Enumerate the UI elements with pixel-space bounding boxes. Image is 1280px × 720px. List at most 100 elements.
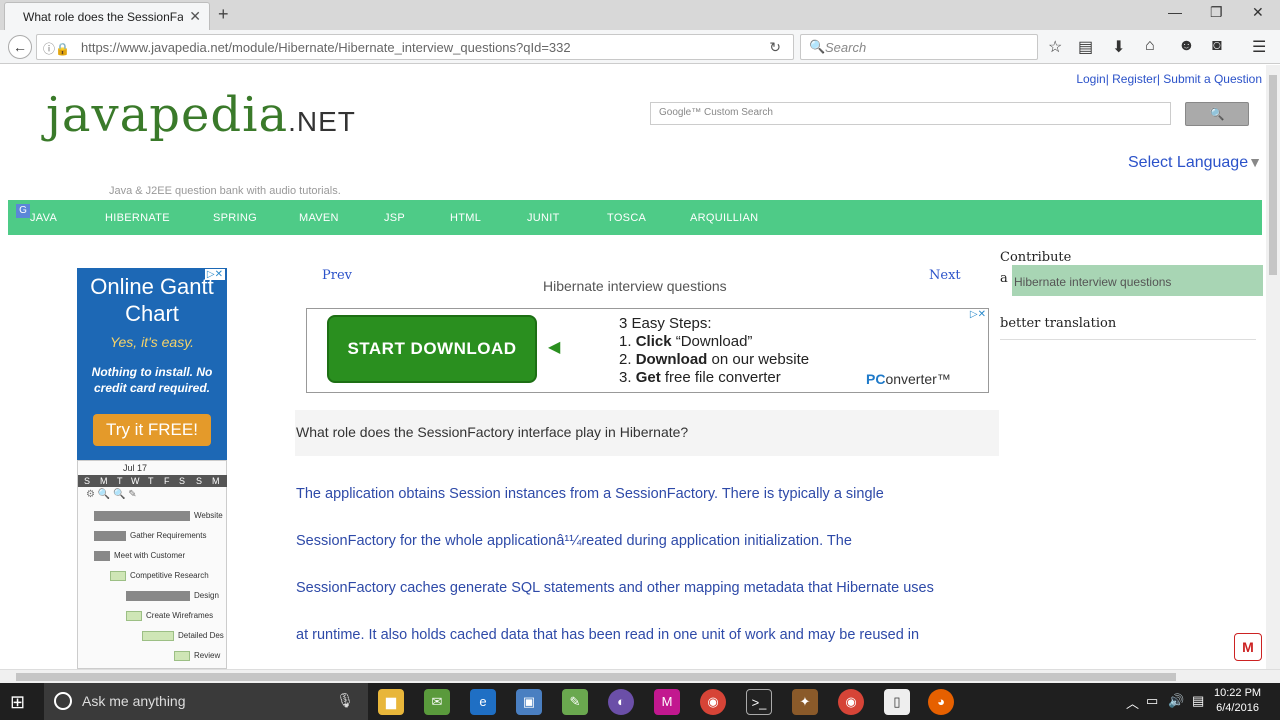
cortana-placeholder: Ask me anything bbox=[82, 693, 186, 709]
microphone-icon[interactable]: 🎙 bbox=[336, 692, 354, 709]
internet-explorer-icon[interactable]: e bbox=[470, 689, 496, 715]
gantt-chart-ad[interactable]: Online Gantt Chart Yes, it's easy. Nothi… bbox=[77, 268, 227, 669]
gantt-day: S bbox=[196, 476, 203, 486]
site-info-icon[interactable]: ⓘ🔒 bbox=[43, 40, 70, 57]
answer-line: SessionFactory caches generate SQL state… bbox=[296, 580, 934, 596]
gantt-task-label: Meet with Customer bbox=[114, 551, 186, 560]
gantt-bar bbox=[126, 591, 190, 601]
clock-time: 10:22 PM bbox=[1214, 687, 1262, 699]
ad-choices-icon[interactable]: ▷✕ bbox=[204, 269, 225, 280]
reading-list-icon[interactable]: ▤ bbox=[1078, 37, 1093, 57]
select-language-label: Select Language bbox=[1128, 154, 1249, 171]
url-text[interactable]: https://www.javapedia.net/module/Hiberna… bbox=[81, 40, 571, 55]
vertical-scrollbar[interactable] bbox=[1266, 65, 1280, 669]
menu-item-maven[interactable]: MAVEN bbox=[299, 212, 339, 224]
scroll-thumb[interactable] bbox=[1269, 75, 1277, 275]
system-clock[interactable]: 10:22 PM 6/4/2016 bbox=[1214, 686, 1261, 716]
volume-icon[interactable]: 🔊 bbox=[1168, 693, 1184, 709]
windows-start-icon[interactable]: ⊞ bbox=[10, 692, 25, 713]
menu-item-java[interactable]: JAVA bbox=[30, 212, 57, 224]
network-icon[interactable]: ▭ bbox=[1146, 693, 1158, 709]
bookmark-star-icon[interactable]: ☆ bbox=[1048, 37, 1062, 57]
tab-bar: What role does the SessionFac… ✕ + — ❐ ✕ bbox=[0, 0, 1280, 30]
download-icon[interactable]: ⬇ bbox=[1112, 37, 1125, 57]
reload-icon[interactable]: ↻ bbox=[769, 39, 781, 56]
notification-icon[interactable]: ▤ bbox=[1192, 693, 1204, 709]
menu-item-tosca[interactable]: TOSCA bbox=[607, 212, 646, 224]
gantt-bar bbox=[94, 551, 110, 561]
pocket-icon[interactable]: ◙ bbox=[1212, 37, 1222, 55]
firefox-icon[interactable]: ◕ bbox=[928, 689, 954, 715]
game-icon[interactable]: ✦ bbox=[792, 689, 818, 715]
menu-item-spring[interactable]: SPRING bbox=[213, 212, 257, 224]
chrome-icon[interactable]: ◉ bbox=[700, 689, 726, 715]
cortana-search-box[interactable]: Ask me anything 🎙 bbox=[44, 683, 368, 720]
gantt-task-label: Design bbox=[194, 591, 219, 600]
close-window-icon[interactable]: ✕ bbox=[1252, 4, 1264, 21]
gantt-day: W bbox=[131, 476, 140, 486]
search-button[interactable]: 🔍 bbox=[1185, 102, 1249, 126]
ad-heading: Online Gantt Chart bbox=[90, 274, 214, 326]
new-tab-icon[interactable]: + bbox=[218, 4, 229, 25]
next-link[interactable]: Next bbox=[929, 268, 961, 283]
select-language-dropdown[interactable]: Select Language▼ bbox=[1128, 154, 1262, 172]
step-3: 3. Get free file converter bbox=[619, 369, 781, 386]
home-icon[interactable]: ⌂ bbox=[1145, 37, 1155, 55]
notepad-icon[interactable]: ✎ bbox=[562, 689, 588, 715]
app-window-icon[interactable]: ▣ bbox=[516, 689, 542, 715]
maximize-icon[interactable]: ❐ bbox=[1210, 4, 1223, 21]
chevron-up-icon[interactable]: ︿ bbox=[1126, 693, 1139, 712]
gantt-day: M bbox=[212, 476, 220, 486]
triangle-left-icon: ◀ bbox=[548, 339, 561, 356]
translation-highlight[interactable]: Hibernate interview questions bbox=[1012, 265, 1263, 296]
hamburger-menu-icon[interactable]: ☰ bbox=[1252, 37, 1266, 57]
google-translate-icon[interactable]: G bbox=[16, 204, 30, 218]
logo-main: javapedia bbox=[46, 87, 289, 143]
mcafee-shield-icon[interactable]: M bbox=[1234, 633, 1262, 661]
answer-line: The application obtains Session instance… bbox=[296, 486, 884, 502]
question-box: What role does the SessionFactory interf… bbox=[295, 410, 999, 456]
menu-item-hibernate[interactable]: HIBERNATE bbox=[105, 212, 170, 224]
account-links[interactable]: Login| Register| Submit a Question bbox=[1076, 72, 1262, 86]
minimize-icon[interactable]: — bbox=[1168, 4, 1182, 20]
prev-link[interactable]: Prev bbox=[322, 268, 352, 283]
back-arrow-icon[interactable]: ← bbox=[8, 35, 32, 59]
gantt-tools-icons: ⚙ 🔍 🔍 ✎ bbox=[86, 489, 137, 500]
ad-choices-icon[interactable]: ▷✕ bbox=[970, 309, 986, 320]
better-translation-label: better translation bbox=[1000, 316, 1117, 331]
gantt-bar bbox=[94, 511, 190, 521]
close-tab-icon[interactable]: ✕ bbox=[189, 8, 201, 25]
browser-search-input[interactable]: 🔍 Search bbox=[800, 34, 1038, 60]
highlight-text: Hibernate interview questions bbox=[1014, 275, 1172, 289]
chevron-down-icon: ▼ bbox=[1248, 154, 1262, 170]
answer-line: at runtime. It also holds cached data th… bbox=[296, 627, 920, 643]
gantt-task-label: Detailed Des bbox=[178, 631, 224, 640]
gantt-day: M bbox=[100, 476, 108, 486]
scroll-thumb[interactable] bbox=[16, 673, 1176, 681]
google-custom-search-input[interactable]: Google™ Custom Search bbox=[650, 102, 1171, 125]
horizontal-scrollbar[interactable] bbox=[0, 669, 1280, 683]
m-app-icon[interactable]: M bbox=[654, 689, 680, 715]
chat-icon[interactable]: ☻ bbox=[1178, 37, 1195, 55]
url-bar[interactable]: ⓘ🔒 https://www.javapedia.net/module/Hibe… bbox=[36, 34, 794, 60]
eclipse-icon[interactable]: ◐ bbox=[608, 689, 634, 715]
menu-item-html[interactable]: HTML bbox=[450, 212, 481, 224]
chrome-icon[interactable]: ◉ bbox=[838, 689, 864, 715]
gantt-day: T bbox=[148, 476, 154, 486]
cortana-icon bbox=[54, 692, 72, 710]
download-banner-ad[interactable]: START DOWNLOAD ◀ 3 Easy Steps: 1. Click … bbox=[306, 308, 989, 393]
site-logo[interactable]: javapedia.NET bbox=[46, 87, 356, 143]
file-explorer-icon[interactable]: ▆ bbox=[378, 689, 404, 715]
menu-item-arquillian[interactable]: ARQUILLIAN bbox=[690, 212, 758, 224]
menu-item-junit[interactable]: JUNIT bbox=[527, 212, 560, 224]
menu-item-jsp[interactable]: JSP bbox=[384, 212, 405, 224]
active-tab[interactable]: What role does the SessionFac… ✕ bbox=[4, 2, 210, 30]
gantt-task-label: Website bbox=[194, 511, 223, 520]
mail-icon[interactable]: ✉ bbox=[424, 689, 450, 715]
search-placeholder: Search bbox=[825, 40, 867, 55]
logo-suffix: .NET bbox=[288, 106, 356, 137]
start-download-button[interactable]: START DOWNLOAD bbox=[327, 315, 537, 383]
document-icon[interactable]: ▯ bbox=[884, 689, 910, 715]
try-it-free-button[interactable]: Try it FREE! bbox=[93, 414, 211, 446]
terminal-icon[interactable]: >_ bbox=[746, 689, 772, 715]
